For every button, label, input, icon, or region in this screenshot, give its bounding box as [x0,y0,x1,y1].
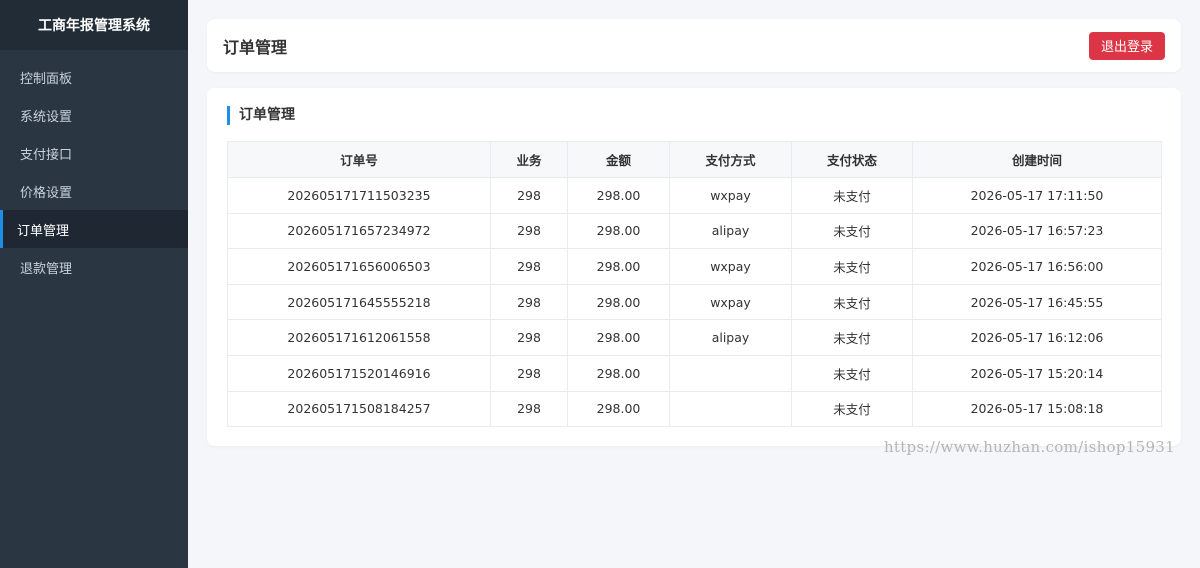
cell-amount: 298.00 [567,354,670,392]
main-content: 订单管理 退出登录 订单管理 订单号 业务 金额 支付方式 支付状态 创建时间 [188,0,1200,568]
cell-order-no: 202605171656006503 [227,248,491,285]
card-title: 订单管理 [227,106,1161,125]
cell-order-no: 202605171508184257 [227,390,491,428]
cell-amount: 298.00 [567,283,670,321]
cell-business: 298 [490,283,568,321]
cell-business: 298 [490,319,568,356]
cell-created-time: 2026-05-17 16:57:23 [912,212,1162,250]
table-row: 202605171711503235 298 298.00 wxpay 未支付 … [227,177,1162,214]
cell-business: 298 [490,390,568,428]
cell-order-no: 202605171520146916 [227,354,491,392]
orders-table: 订单号 业务 金额 支付方式 支付状态 创建时间 202605171711503… [227,141,1162,428]
table-row: 202605171657234972 298 298.00 alipay 未支付… [227,212,1162,250]
cell-business: 298 [490,212,568,250]
cell-order-no: 202605171657234972 [227,212,491,250]
cell-payment-status: 未支付 [791,248,913,285]
cell-business: 298 [490,248,568,285]
sidebar-item-price-settings[interactable]: 价格设置 [0,172,188,210]
sidebar: 工商年报管理系统 控制面板 系统设置 支付接口 价格设置 订单管理 退款管理 [0,0,188,568]
table-header-row: 订单号 业务 金额 支付方式 支付状态 创建时间 [227,141,1162,178]
header: 订单管理 退出登录 [207,19,1181,72]
sidebar-item-order-management[interactable]: 订单管理 [0,210,188,248]
cell-business: 298 [490,177,568,214]
cell-payment-status: 未支付 [791,212,913,250]
cell-payment-status: 未支付 [791,354,913,392]
sidebar-item-refund-management[interactable]: 退款管理 [0,248,188,286]
table-row: 202605171612061558 298 298.00 alipay 未支付… [227,319,1162,356]
logout-button[interactable]: 退出登录 [1088,31,1165,60]
cell-created-time: 2026-05-17 17:11:50 [912,177,1162,214]
cell-payment-status: 未支付 [791,390,913,428]
column-header-business: 业务 [490,141,568,178]
cell-order-no: 202605171711503235 [227,177,491,214]
cell-amount: 298.00 [567,248,670,285]
cell-order-no: 202605171612061558 [227,319,491,356]
app-title: 工商年报管理系统 [0,0,188,50]
cell-amount: 298.00 [567,319,670,356]
cell-created-time: 2026-05-17 15:08:18 [912,390,1162,428]
cell-payment-method [669,390,792,428]
column-header-amount: 金额 [567,141,670,178]
sidebar-nav: 控制面板 系统设置 支付接口 价格设置 订单管理 退款管理 [0,58,188,286]
column-header-order-no: 订单号 [227,141,491,178]
cell-payment-method: wxpay [669,248,792,285]
cell-amount: 298.00 [567,177,670,214]
cell-payment-method [669,354,792,392]
cell-amount: 298.00 [567,212,670,250]
cell-amount: 298.00 [567,390,670,428]
cell-created-time: 2026-05-17 16:45:55 [912,283,1162,321]
column-header-created-time: 创建时间 [912,141,1162,178]
table-row: 202605171645555218 298 298.00 wxpay 未支付 … [227,283,1162,321]
table-row: 202605171520146916 298 298.00 未支付 2026-0… [227,354,1162,392]
cell-created-time: 2026-05-17 15:20:14 [912,354,1162,392]
cell-created-time: 2026-05-17 16:12:06 [912,319,1162,356]
cell-created-time: 2026-05-17 16:56:00 [912,248,1162,285]
sidebar-item-dashboard[interactable]: 控制面板 [0,58,188,96]
cell-business: 298 [490,354,568,392]
cell-payment-status: 未支付 [791,319,913,356]
cell-payment-method: wxpay [669,283,792,321]
sidebar-item-system-settings[interactable]: 系统设置 [0,96,188,134]
watermark: https://www.huzhan.com/ishop15931 [883,438,1175,456]
table-row: 202605171656006503 298 298.00 wxpay 未支付 … [227,248,1162,285]
column-header-payment-method: 支付方式 [669,141,792,178]
cell-payment-method: wxpay [669,177,792,214]
table-row: 202605171508184257 298 298.00 未支付 2026-0… [227,390,1162,428]
cell-payment-method: alipay [669,212,792,250]
cell-order-no: 202605171645555218 [227,283,491,321]
cell-payment-status: 未支付 [791,177,913,214]
sidebar-item-payment-interface[interactable]: 支付接口 [0,134,188,172]
orders-card: 订单管理 订单号 业务 金额 支付方式 支付状态 创建时间 2026051717… [207,88,1181,446]
page-title: 订单管理 [223,37,288,57]
column-header-payment-status: 支付状态 [791,141,913,178]
cell-payment-status: 未支付 [791,283,913,321]
cell-payment-method: alipay [669,319,792,356]
